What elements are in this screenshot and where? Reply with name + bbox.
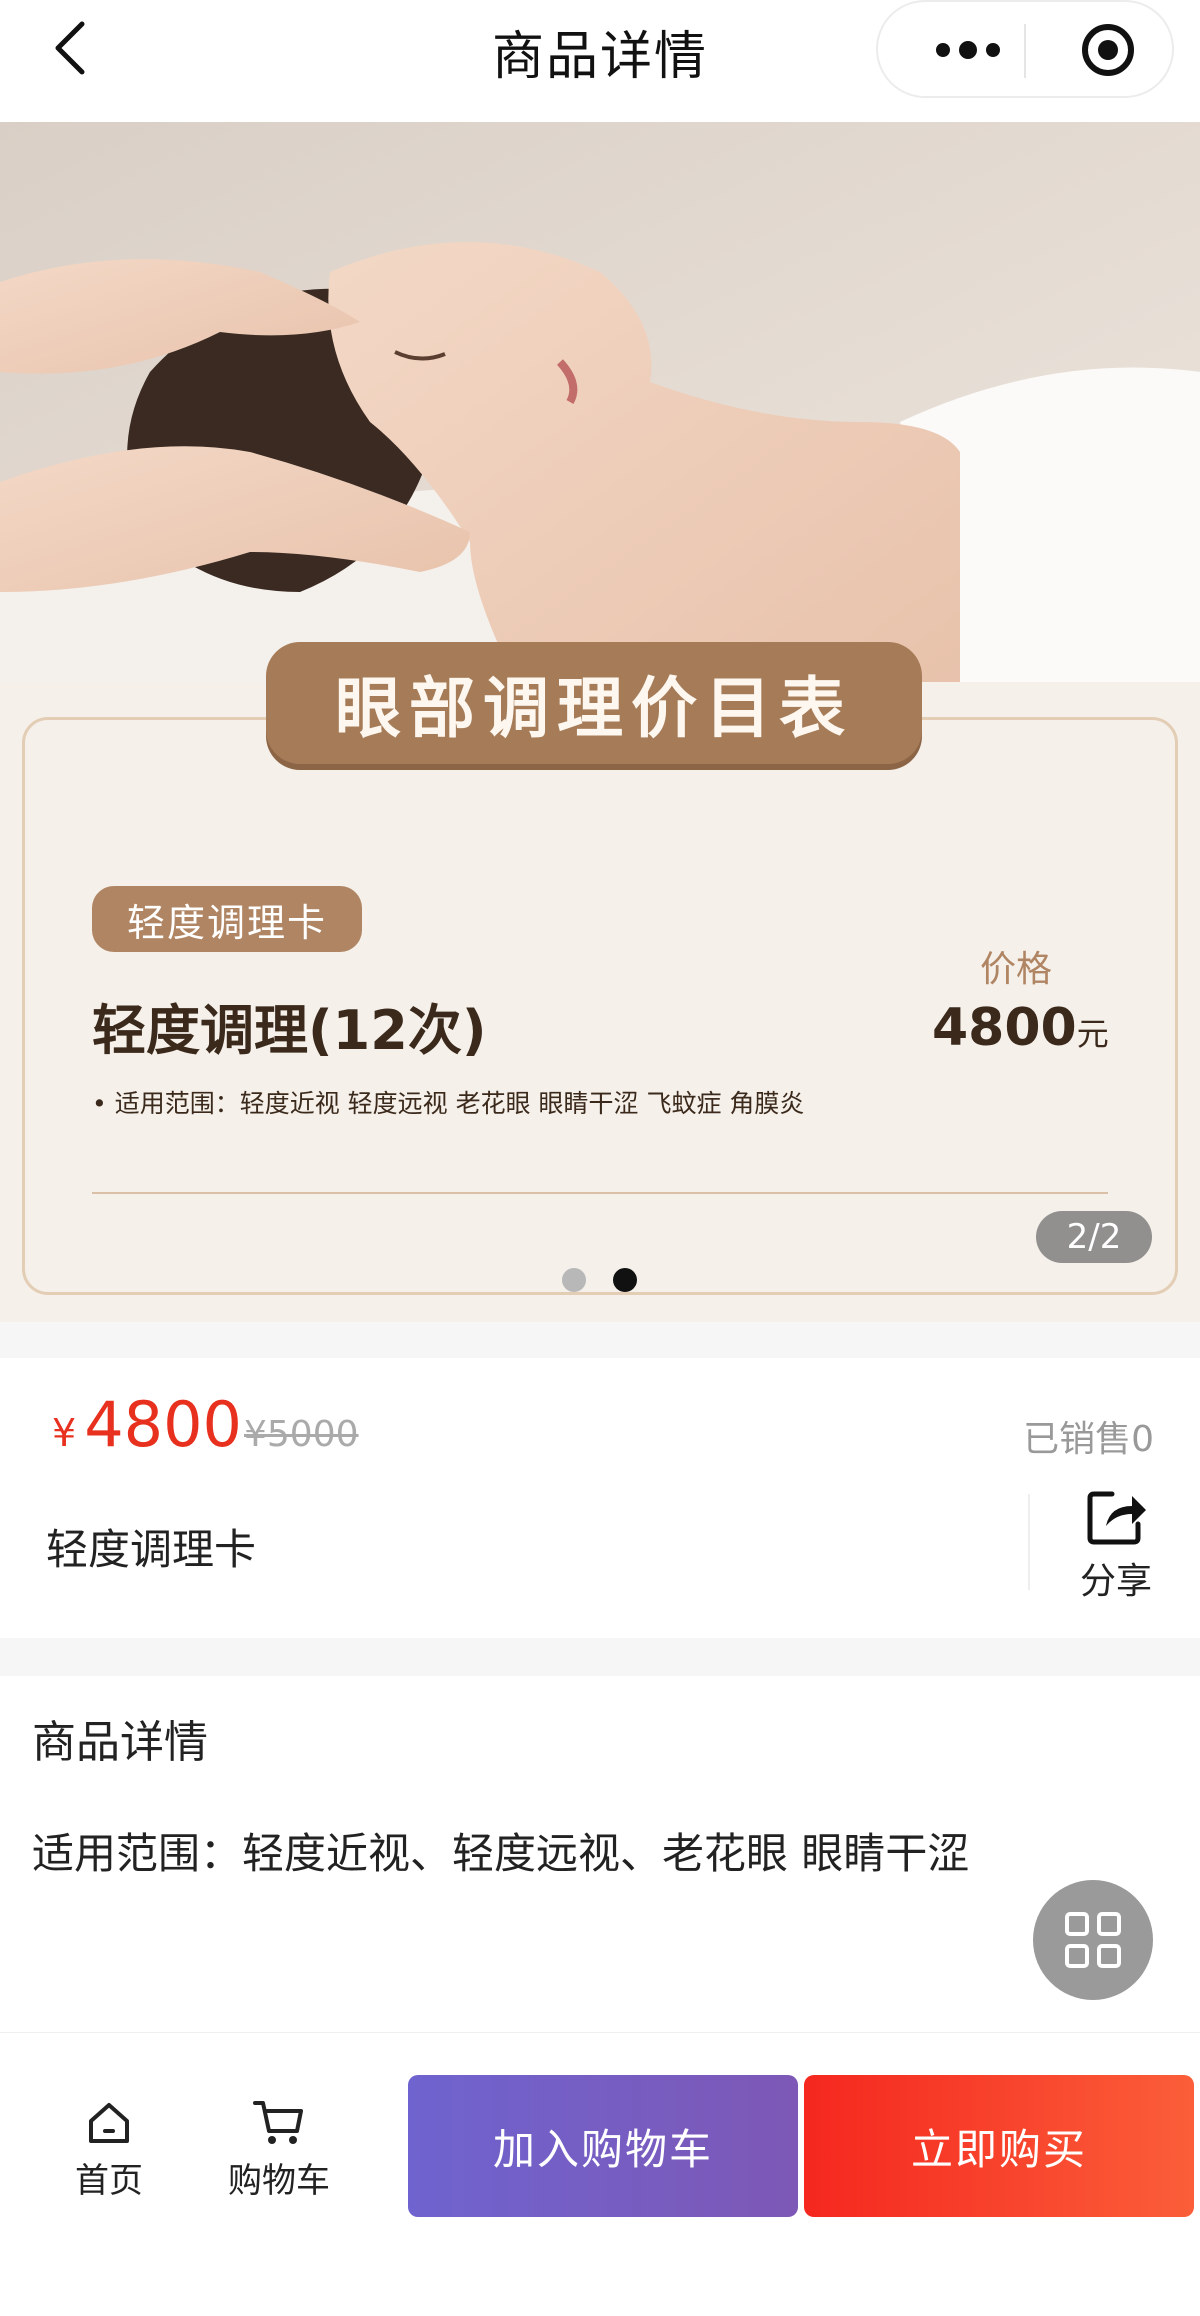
card-title-plate: 眼部调理价目表: [266, 642, 922, 764]
card-price-label: 价格: [980, 949, 1053, 990]
add-to-cart-button[interactable]: 加入购物车: [408, 2075, 798, 2217]
card-title: 眼部调理价目表: [335, 669, 853, 747]
currency-symbol: ¥: [52, 1411, 77, 1455]
product-image-carousel[interactable]: 眼部调理价目表 轻度调理卡 轻度调理(12次) • 适用范围：轻度近视 轻度远视…: [0, 122, 1200, 1322]
close-mini-program-button[interactable]: [1068, 22, 1148, 78]
sold-count: 已销售0: [1023, 1419, 1154, 1460]
cart-label: 购物车: [228, 2161, 330, 2201]
card-price: 4800元: [932, 998, 1109, 1058]
grid-icon: [1065, 1912, 1121, 1968]
card-price-value: 4800: [932, 998, 1077, 1058]
share-label: 分享: [1079, 1561, 1152, 1602]
carousel-dot-1[interactable]: [562, 1268, 586, 1292]
home-label: 首页: [75, 2161, 143, 2201]
more-dots-icon: [936, 41, 1000, 59]
card-tag: 轻度调理卡: [92, 886, 362, 952]
product-name: 轻度调理卡: [46, 1525, 257, 1574]
share-icon: [1087, 1491, 1146, 1545]
more-menu-button[interactable]: [908, 22, 1028, 78]
card-divider: [92, 1192, 1108, 1194]
current-price: ¥ 4800: [52, 1388, 242, 1461]
price-section: ¥ 4800 ¥5000 已销售0 轻度调理卡 分享: [0, 1358, 1200, 1638]
details-heading: 商品详情: [32, 1717, 208, 1768]
share-button[interactable]: 分享: [1070, 1484, 1162, 1604]
slide-counter: 2/2: [1036, 1211, 1152, 1263]
product-details-section: 商品详情 适用范围：轻度近视、轻度远视、老花眼 眼睛干涩: [0, 1676, 1200, 2032]
home-icon: [89, 2103, 129, 2143]
card-price-unit: 元: [1076, 1015, 1109, 1053]
shopping-cart-icon: [253, 2101, 303, 2144]
bottom-action-bar: 首页 购物车 加入购物车 立即购买: [0, 2032, 1200, 2316]
cart-button[interactable]: 购物车: [204, 2099, 354, 2202]
section-gap: [0, 1322, 1200, 1358]
carousel-dot-2-active[interactable]: [613, 1268, 637, 1292]
section-gap: [0, 1638, 1200, 1676]
card-scope-text: • 适用范围：轻度近视 轻度远视 老花眼 眼睛干涩 飞蚊症 角膜炎: [92, 1089, 805, 1118]
navigation-bar: 商品详情: [0, 0, 1200, 122]
floating-menu-button[interactable]: [1033, 1880, 1153, 2000]
mini-program-capsule: [876, 0, 1174, 98]
card-service-name: 轻度调理(12次): [92, 999, 487, 1062]
share-divider: [1028, 1494, 1030, 1590]
target-circle-icon: [1082, 24, 1134, 76]
original-price: ¥5000: [244, 1414, 359, 1455]
buy-now-button[interactable]: 立即购买: [804, 2075, 1194, 2217]
banner-photo: [0, 122, 1200, 690]
current-price-value: 4800: [84, 1388, 242, 1461]
capsule-divider: [1024, 24, 1026, 78]
home-button[interactable]: 首页: [34, 2099, 184, 2202]
details-text: 适用范围：轻度近视、轻度远视、老花眼 眼睛干涩: [32, 1829, 970, 1878]
